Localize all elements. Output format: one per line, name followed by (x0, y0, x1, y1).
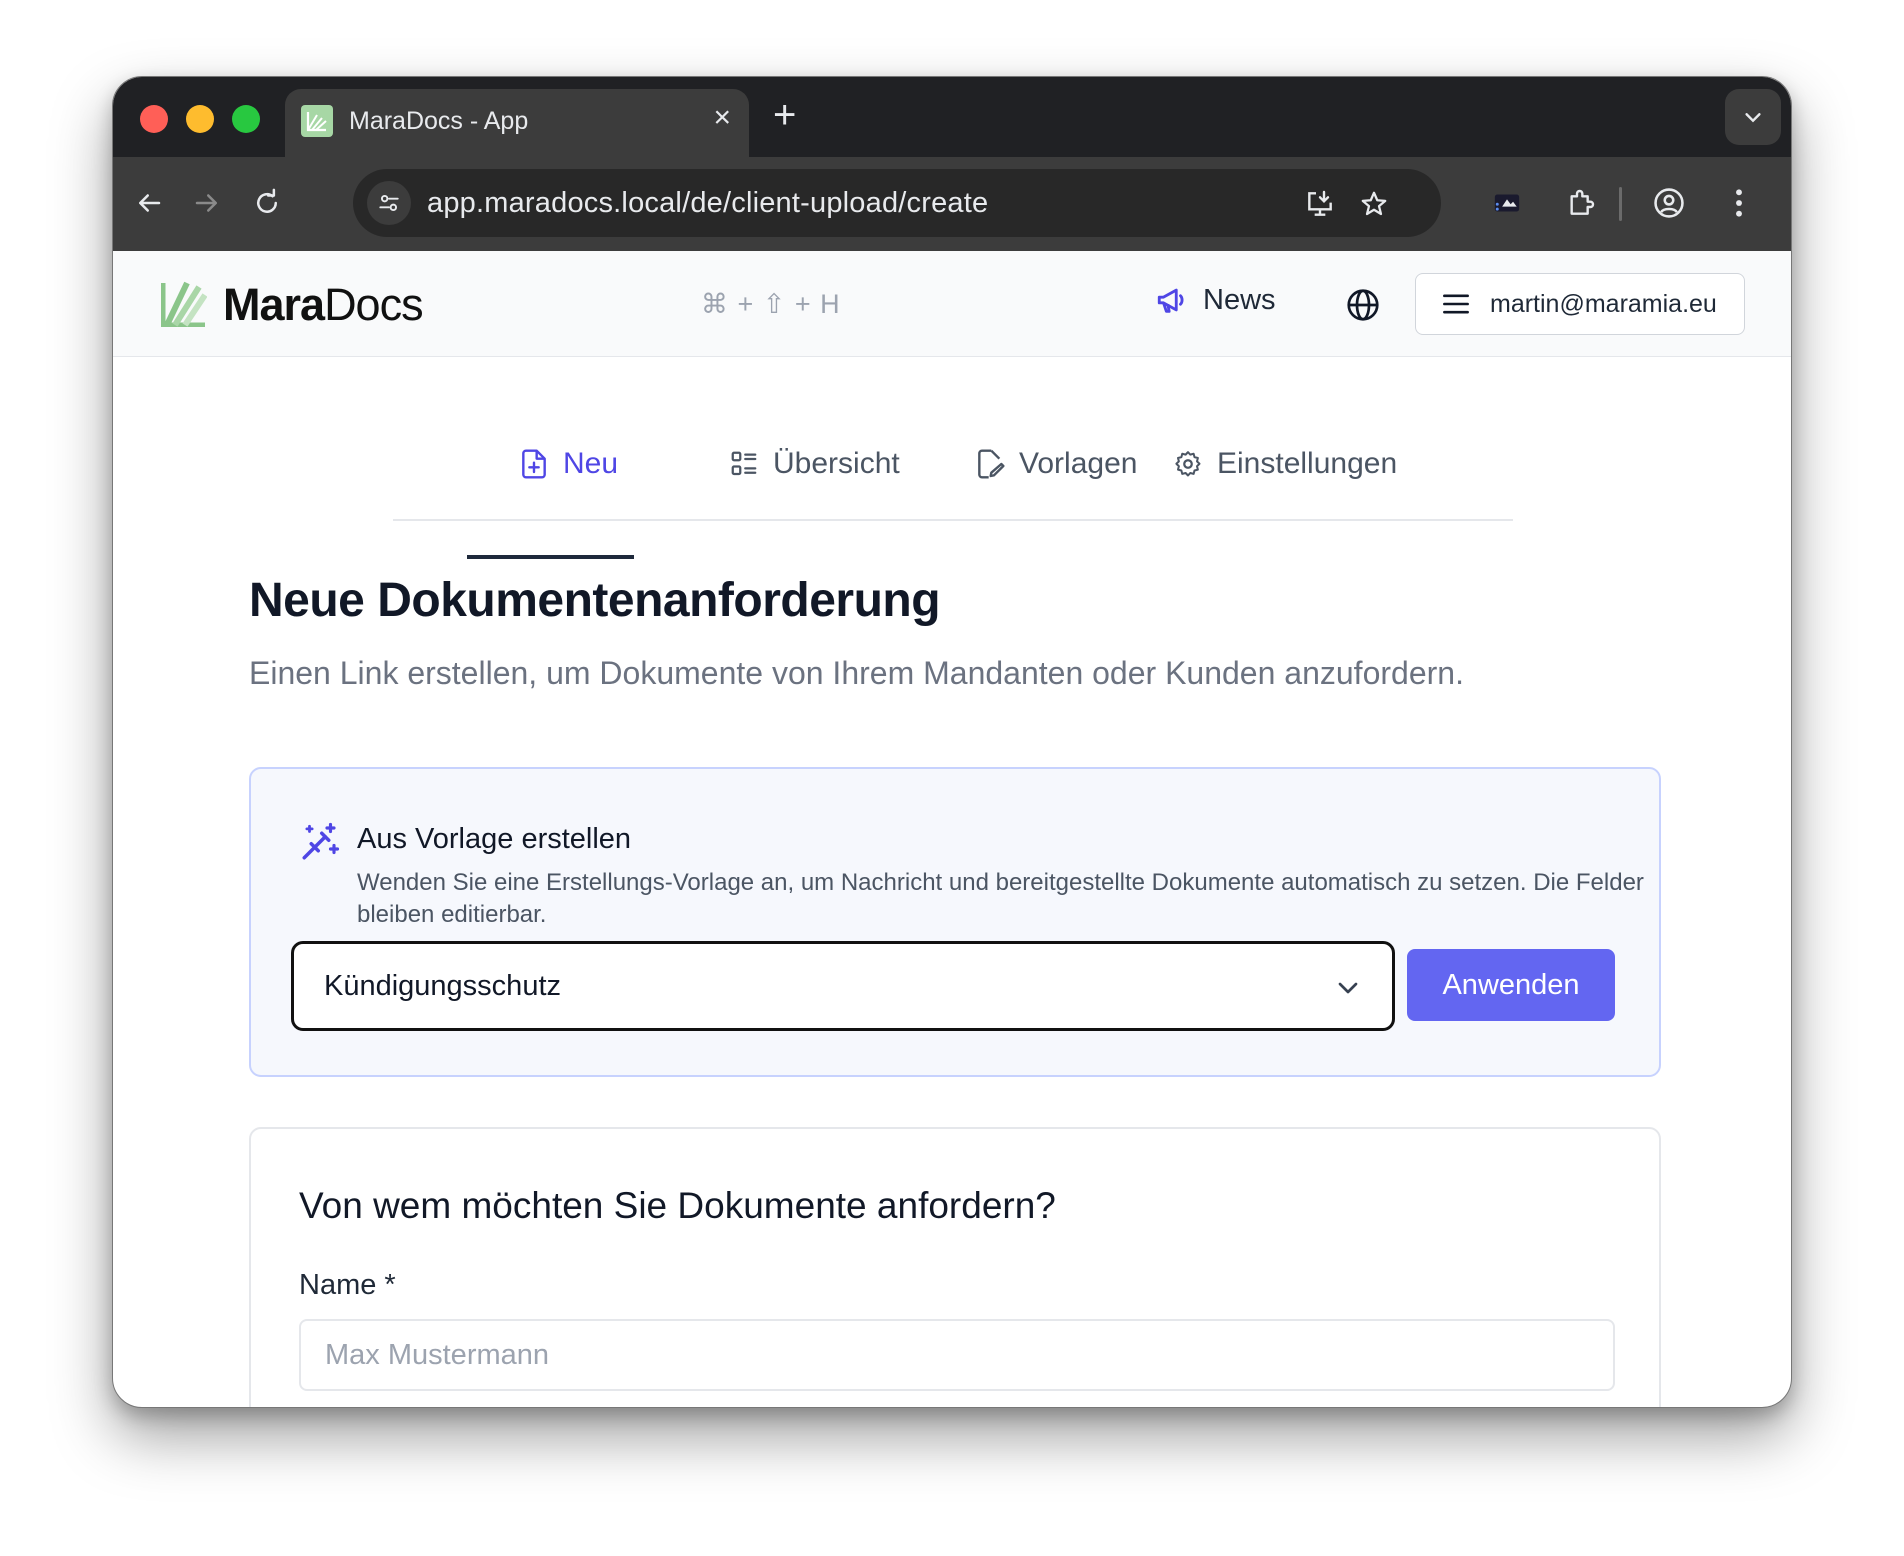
profile-icon[interactable] (1649, 183, 1689, 223)
reload-button[interactable] (247, 183, 287, 223)
logo-wordmark[interactable]: MaraDocs (223, 279, 424, 331)
file-plus-icon (522, 449, 546, 479)
tab-vorlagen[interactable]: Vorlagen (975, 447, 1137, 481)
news-button[interactable]: News (1155, 283, 1276, 317)
tab-einstellungen[interactable]: Einstellungen (1173, 447, 1397, 481)
page-subtitle: Einen Link erstellen, um Dokumente von I… (249, 655, 1464, 691)
chevron-down-icon (1745, 113, 1761, 123)
extensions-puzzle-icon[interactable] (1561, 183, 1601, 223)
tab-strip: MaraDocs - App × + (113, 77, 1791, 157)
reload-icon (257, 188, 277, 213)
app-header: MaraDocs ⌘ + ⇧ + H News martin@maramia.e… (113, 251, 1791, 357)
recipient-form-card: Von wem möchten Sie Dokumente anfordern?… (249, 1127, 1661, 1407)
edit-file-icon (978, 449, 1005, 479)
chevron-down-icon (1338, 982, 1358, 994)
magic-wand-icon (299, 821, 341, 863)
tab-close-icon[interactable]: × (713, 101, 731, 135)
hamburger-icon (1443, 294, 1469, 314)
apply-template-button[interactable]: Anwenden (1407, 949, 1615, 1021)
back-button[interactable] (129, 183, 169, 223)
name-field-label: Name * (299, 1269, 396, 1301)
arrow-right-icon (195, 194, 217, 212)
favicon-icon (301, 105, 333, 137)
template-card-title: Aus Vorlage erstellen (357, 823, 632, 855)
tab-einstellungen-label: Einstellungen (1217, 447, 1398, 480)
news-label: News (1203, 283, 1276, 316)
new-tab-button[interactable]: + (773, 93, 796, 138)
tab-uebersicht-label: Übersicht (773, 447, 900, 480)
close-window-button[interactable] (140, 105, 168, 133)
toolbar-divider (1619, 187, 1622, 221)
install-app-icon[interactable] (1301, 185, 1339, 223)
address-bar[interactable]: app.maradocs.local/de/client-upload/crea… (353, 169, 1441, 237)
forward-button[interactable] (187, 183, 227, 223)
url-text[interactable]: app.maradocs.local/de/client-upload/crea… (427, 187, 988, 220)
tab-uebersicht[interactable]: Übersicht (729, 447, 900, 481)
template-card-description: Wenden Sie eine Erstellungs-Vorlage an, … (357, 869, 1644, 928)
screenshot-stage: MaraDocs - App × + app.maradocs.local/de… (0, 0, 1904, 1556)
megaphone-icon (1157, 288, 1184, 313)
template-select[interactable]: Kündigungsschutz (291, 941, 1395, 1031)
template-select-value: Kündigungsschutz (324, 970, 561, 1002)
active-tab-indicator (467, 555, 634, 559)
gear-icon (1175, 451, 1201, 477)
more-menu-icon[interactable] (1719, 183, 1759, 223)
minimize-window-button[interactable] (186, 105, 214, 133)
name-input[interactable] (299, 1319, 1615, 1391)
tab-vorlagen-label: Vorlagen (1019, 447, 1138, 480)
list-icon (731, 451, 757, 476)
recipient-section-title: Von wem möchten Sie Dokumente anfordern? (299, 1185, 1056, 1226)
user-email: martin@maramia.eu (1490, 289, 1717, 318)
site-settings-icon[interactable] (367, 181, 411, 225)
browser-window: MaraDocs - App × + app.maradocs.local/de… (112, 76, 1792, 1408)
keyboard-shortcut-hint: ⌘ + ⇧ + H (701, 289, 841, 319)
tab-title: MaraDocs - App (349, 107, 529, 135)
tab-neu-label: Neu (563, 447, 619, 480)
media-extension-icon[interactable] (1487, 183, 1527, 223)
logo-text-docs: Docs (324, 279, 424, 330)
bookmark-star-icon[interactable] (1355, 185, 1393, 223)
tab-neu[interactable]: Neu (519, 447, 618, 481)
browser-toolbar: app.maradocs.local/de/client-upload/crea… (113, 157, 1791, 251)
language-globe-icon[interactable] (1345, 287, 1381, 323)
user-menu-button[interactable]: martin@maramia.eu (1415, 273, 1745, 335)
maximize-window-button[interactable] (232, 105, 260, 133)
logo-text-mara: Mara (223, 279, 325, 330)
arrow-left-icon (139, 194, 161, 212)
template-card: Aus Vorlage erstellen Wenden Sie eine Er… (249, 767, 1661, 1077)
browser-tab[interactable]: MaraDocs - App × (285, 89, 749, 157)
section-tabs: Neu Übersicht Vorlagen Einstellungen (393, 417, 1513, 521)
tab-search-button[interactable] (1725, 89, 1781, 145)
maradocs-logo-icon[interactable] (160, 281, 208, 328)
page-title: Neue Dokumentenanforderung (249, 574, 941, 627)
